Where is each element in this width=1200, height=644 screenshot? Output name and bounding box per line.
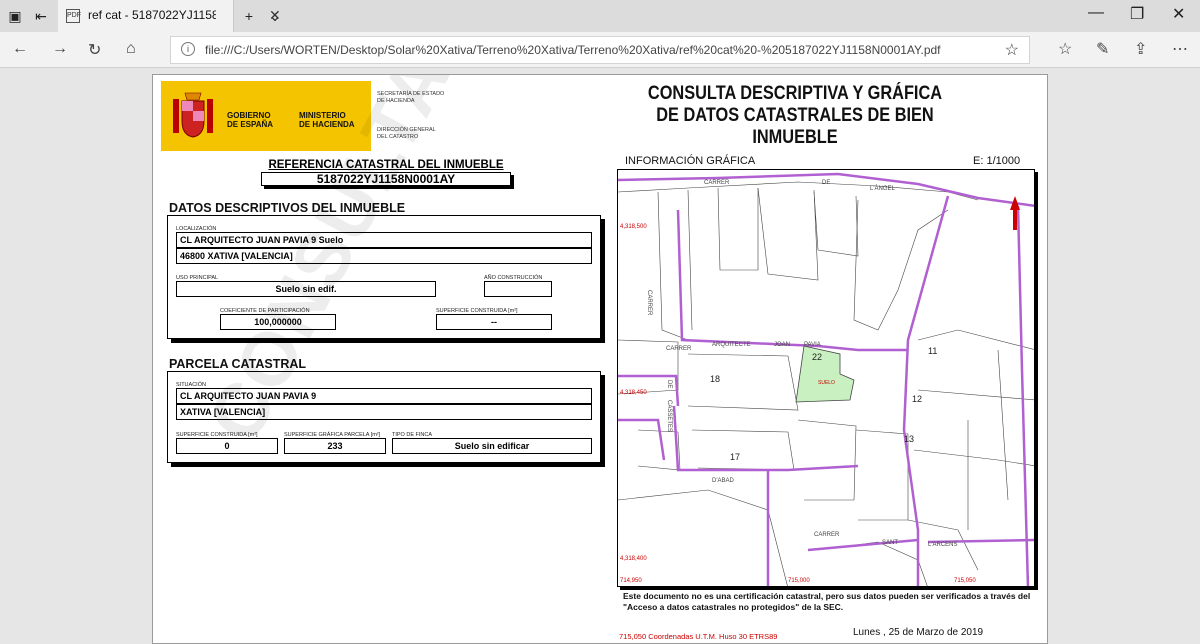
- favorites-list-icon[interactable]: ☆: [1058, 39, 1072, 59]
- home-icon[interactable]: ⌂: [126, 40, 136, 58]
- svg-text:4,318,400: 4,318,400: [620, 556, 647, 562]
- title-line2: DE DATOS CATASTRALES DE BIEN INMUEBLE: [656, 105, 934, 148]
- svg-text:DE: DE: [666, 380, 672, 388]
- close-window-icon[interactable]: ✕: [1172, 4, 1185, 24]
- pen-icon[interactable]: ✎: [1096, 39, 1109, 59]
- svg-text:SUELO: SUELO: [818, 380, 835, 386]
- more-icon[interactable]: ⋯: [1172, 39, 1188, 59]
- svg-text:12: 12: [912, 394, 922, 404]
- gov-line1: GOBIERNO: [227, 111, 271, 120]
- ministry-line1: MINISTERIO: [299, 111, 346, 120]
- svg-text:PAVIA: PAVIA: [804, 342, 821, 348]
- document-date: Lunes , 25 de Marzo de 2019: [853, 627, 984, 638]
- svg-text:CARRER: CARRER: [814, 532, 840, 538]
- supg-value: 233: [284, 438, 386, 454]
- svg-text:4,318,450: 4,318,450: [620, 390, 647, 396]
- forward-icon[interactable]: →: [52, 40, 68, 58]
- svg-text:CASSETES: CASSETES: [666, 400, 672, 432]
- loc-line2: 46800 XATIVA [VALENCIA]: [176, 248, 592, 264]
- svg-text:11: 11: [928, 346, 937, 356]
- minimize-icon[interactable]: —: [1088, 4, 1104, 22]
- svg-text:22: 22: [812, 352, 822, 362]
- back-icon[interactable]: ←: [12, 40, 28, 58]
- tipo-value: Suelo sin edificar: [392, 438, 592, 454]
- url-text: file:///C:/Users/WORTEN/Desktop/Solar%20…: [205, 43, 941, 57]
- svg-text:18: 18: [710, 374, 720, 384]
- map-scale: E: 1/1000: [973, 155, 1021, 167]
- tab-bar: ▣ ⇤ PDF ref cat - 5187022YJ1158 ✕ + ⌄ — …: [0, 0, 1200, 32]
- svg-text:17: 17: [730, 452, 740, 462]
- restore-icon[interactable]: ❐: [1130, 4, 1144, 24]
- svg-text:SANT: SANT: [882, 540, 898, 546]
- svg-text:CARRER: CARRER: [704, 180, 730, 186]
- set-tabs-aside-icon[interactable]: ⇤: [32, 7, 50, 25]
- gov-line2: DE ESPAÑA: [227, 120, 274, 129]
- map-drawing: CARRER DE L'ÀNGEL CARRER ARQUITECTE JOAN…: [618, 172, 1034, 586]
- new-tab-icon[interactable]: +: [240, 7, 258, 25]
- coat-of-arms-icon: [173, 92, 213, 138]
- tab-actions-icon[interactable]: ▣: [6, 7, 24, 25]
- map-title: INFORMACIÓN GRÁFICA: [625, 155, 756, 167]
- svg-text:4,318,500: 4,318,500: [620, 224, 647, 230]
- svg-text:CARRER: CARRER: [646, 290, 652, 316]
- svg-text:L'ARCENS: L'ARCENS: [928, 542, 958, 548]
- svg-text:ARQUITECTE: ARQUITECTE: [712, 342, 751, 348]
- svg-text:13: 13: [904, 434, 914, 444]
- refresh-icon[interactable]: ↻: [88, 40, 101, 60]
- svg-text:D'ABAD: D'ABAD: [712, 478, 734, 484]
- pdf-icon: PDF: [66, 9, 81, 23]
- tab-list-chevron-icon[interactable]: ⌄: [266, 7, 284, 25]
- address-field[interactable]: i file:///C:/Users/WORTEN/Desktop/Solar%…: [170, 36, 1030, 64]
- sup-value: --: [436, 314, 552, 330]
- svg-text:715,050: 715,050: [954, 578, 976, 584]
- title-line1: CONSULTA DESCRIPTIVA Y GRÁFICA: [647, 83, 943, 104]
- svg-text:714,950: 714,950: [620, 578, 642, 584]
- document-title: CONSULTA DESCRIPTIVA Y GRÁFICA DE DATOS …: [623, 83, 967, 149]
- info-icon[interactable]: i: [181, 42, 195, 56]
- svg-text:DE: DE: [822, 180, 830, 186]
- cadastral-map: CARRER DE L'ÀNGEL CARRER ARQUITECTE JOAN…: [617, 169, 1035, 587]
- disclaimer-note: Este documento no es una certificación c…: [623, 591, 1031, 612]
- share-icon[interactable]: ⇪: [1134, 39, 1147, 59]
- pdf-page: GOBIERNO DE ESPAÑA MINISTERIO DE HACIEND…: [152, 74, 1048, 644]
- tab-title: ref cat - 5187022YJ1158: [88, 8, 216, 22]
- svg-text:JOAN: JOAN: [774, 342, 790, 348]
- tab-active[interactable]: PDF ref cat - 5187022YJ1158 ✕: [58, 0, 281, 32]
- svg-text:CARRER: CARRER: [666, 346, 692, 352]
- anio-value: [484, 281, 552, 297]
- address-bar-row: ← → ↻ ⌂ i file:///C:/Users/WORTEN/Deskto…: [0, 32, 1200, 68]
- favorite-star-icon[interactable]: ☆: [1005, 40, 1019, 60]
- svg-text:L'ÀNGEL: L'ÀNGEL: [870, 185, 895, 192]
- svg-text:715,000: 715,000: [788, 578, 810, 584]
